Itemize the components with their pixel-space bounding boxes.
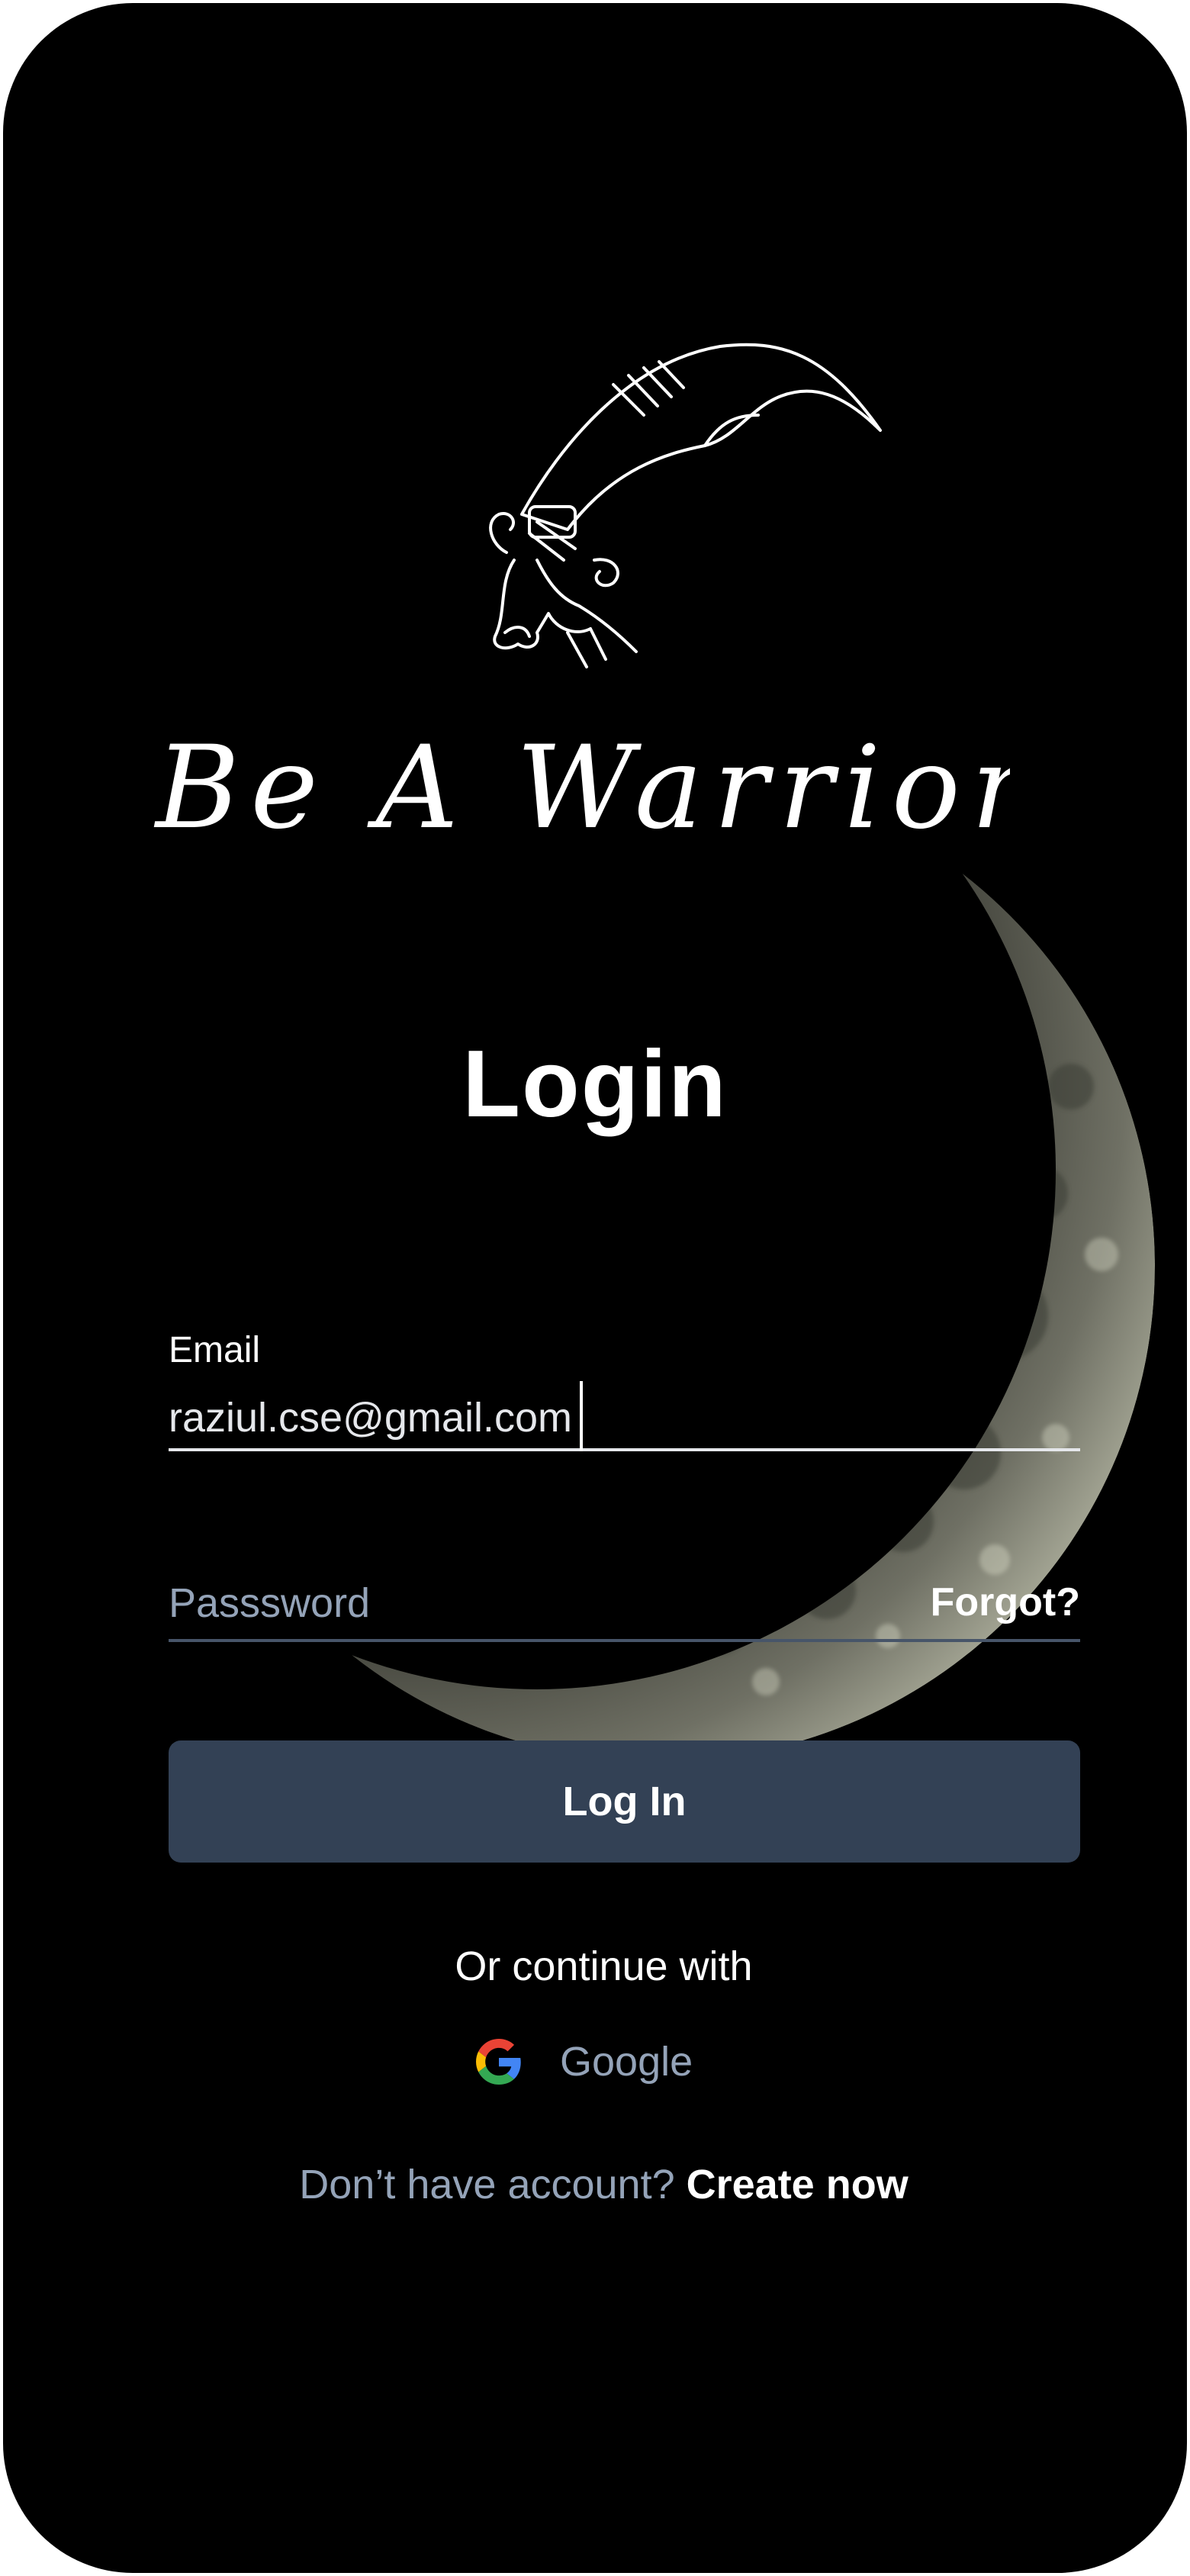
be-a-warrior-logo: Be A Warrior [153, 722, 1010, 855]
create-account-link[interactable]: Create now [687, 2162, 909, 2207]
login-button[interactable]: Log In [169, 1740, 1080, 1863]
google-label: Google [560, 2039, 693, 2085]
logo-text: Be A Warrior [153, 722, 1010, 855]
password-field[interactable]: Passsword Forgot? [169, 1575, 1080, 1642]
login-screen: Be A Warrior Login Email raziul.cse@gmai… [3, 3, 1187, 2573]
password-placeholder: Passsword [169, 1580, 371, 1626]
or-continue-label: Or continue with [455, 1943, 753, 1989]
email-field[interactable]: raziul.cse@gmail.com [169, 1381, 1080, 1451]
google-login-button[interactable]: Google [476, 2031, 705, 2092]
signup-prompt-row: Don’t have account? Create now [3, 2164, 1187, 2205]
text-cursor [579, 1381, 583, 1451]
no-account-text: Don’t have account? [299, 2162, 675, 2207]
email-value: raziul.cse@gmail.com [169, 1395, 572, 1441]
google-icon [476, 2039, 521, 2085]
email-label: Email [169, 1330, 261, 1370]
sword-icon [489, 343, 882, 668]
page-title: Login [462, 1032, 728, 1137]
forgot-password-link[interactable]: Forgot? [931, 1583, 1080, 1622]
